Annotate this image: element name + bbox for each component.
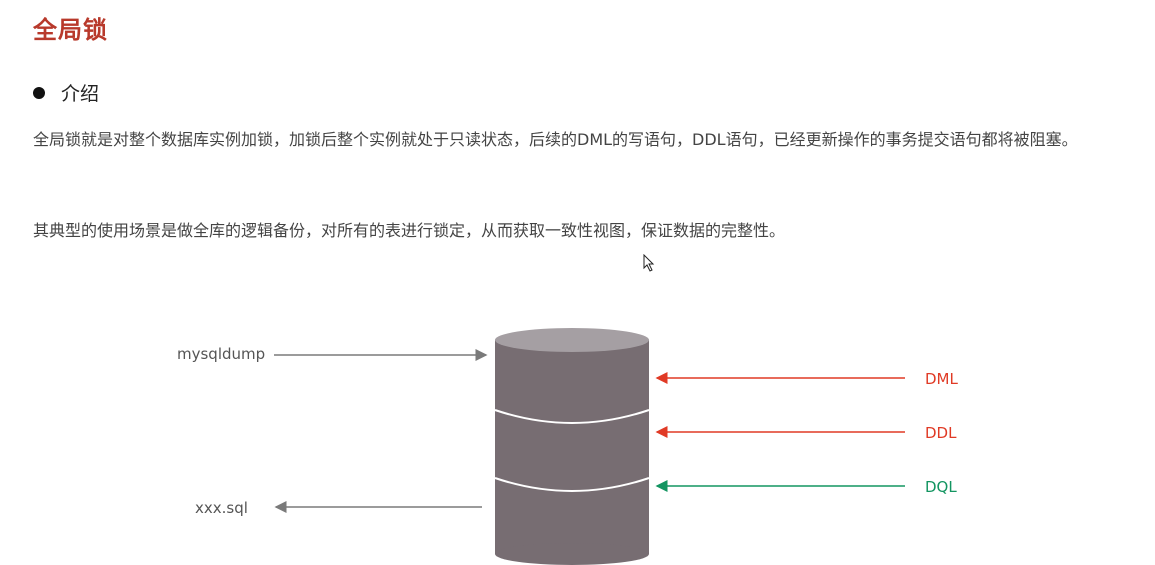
mysqldump-label: mysqldump	[177, 345, 265, 363]
database-body	[495, 340, 649, 554]
database-bottom	[495, 543, 649, 565]
ddl-label: DDL	[925, 424, 957, 442]
dml-label: DML	[925, 370, 958, 388]
global-lock-diagram: mysqldump xxx.sql DML DDL DQL	[177, 328, 958, 565]
database-top	[495, 328, 649, 352]
xxx-sql-label: xxx.sql	[195, 499, 248, 517]
database-cylinder	[494, 328, 650, 565]
dql-label: DQL	[925, 478, 957, 496]
